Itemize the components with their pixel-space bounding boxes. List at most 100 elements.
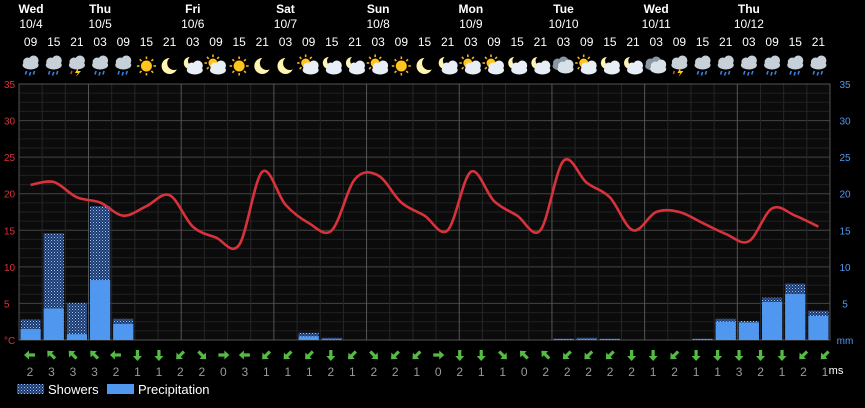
hour-label: 21 xyxy=(812,35,826,49)
wind-speed: 1 xyxy=(693,365,700,379)
sun-icon xyxy=(391,56,411,76)
y-tick-right: 20 xyxy=(839,190,851,201)
y-tick-right: 35 xyxy=(839,80,851,91)
day-date: 10/10 xyxy=(549,17,579,31)
precipitation-bar xyxy=(298,336,319,340)
cloudy-icon xyxy=(645,56,667,74)
cloudy-rain-icon xyxy=(764,55,781,76)
day-date: 10/5 xyxy=(88,17,112,31)
wind-arrow-icon xyxy=(433,350,445,360)
wind-speed: 2 xyxy=(199,365,206,379)
cloudy-rain-icon xyxy=(45,55,62,76)
wind-speed: 1 xyxy=(134,365,141,379)
legend-precipitation-swatch xyxy=(107,384,134,394)
day-name: Fri xyxy=(185,2,200,16)
forecast-header: Wed10/4Thu10/5Fri10/6Sat10/7Sun10/8Mon10… xyxy=(18,2,827,77)
wind-arrow-icon xyxy=(176,350,186,360)
wind-speed: 3 xyxy=(70,365,77,379)
wind-speed: 2 xyxy=(392,365,399,379)
legend-precipitation-label: Precipitation xyxy=(138,382,210,397)
y-unit-left: °C xyxy=(4,336,15,347)
wind-speed: 2 xyxy=(800,365,807,379)
wind-arrow-icon xyxy=(820,350,830,360)
hour-label: 03 xyxy=(371,35,385,49)
day-name: Wed xyxy=(18,2,43,16)
hour-label: 21 xyxy=(719,35,733,49)
precipitation-bar xyxy=(113,323,134,340)
precipitation-bar xyxy=(321,339,342,340)
day-name: Mon xyxy=(459,2,484,16)
hour-label: 09 xyxy=(117,35,131,49)
wind-arrow-icon xyxy=(627,350,637,361)
wind-arrow-icon xyxy=(476,350,486,361)
precipitation-bar xyxy=(43,308,64,340)
wind-speed: 1 xyxy=(413,365,420,379)
cloudy-rain-icon xyxy=(115,55,132,76)
y-tick-right: 25 xyxy=(839,153,851,164)
wind-speed: 3 xyxy=(91,365,98,379)
cloudy-rain-icon xyxy=(694,55,711,76)
wind-arrow-icon xyxy=(283,350,293,360)
wind-arrow-icon xyxy=(648,350,658,361)
moon-cloud-icon xyxy=(531,55,551,75)
hour-label: 03 xyxy=(279,35,293,49)
wind-speed: 2 xyxy=(585,365,592,379)
wind-arrow-icon xyxy=(734,350,744,361)
wind-speed: 1 xyxy=(156,365,163,379)
hour-label: 09 xyxy=(302,35,316,49)
wind-arrow-icon xyxy=(584,350,594,360)
wind-speed: 1 xyxy=(478,365,485,379)
moon-icon xyxy=(416,56,436,74)
cloudy-rain-icon xyxy=(22,55,39,76)
wind-arrow-icon xyxy=(238,350,250,360)
precipitation-bar xyxy=(576,339,597,340)
hour-label: 09 xyxy=(395,35,409,49)
hour-label: 09 xyxy=(580,35,594,49)
precipitation-bar xyxy=(785,293,806,340)
moon-cloud-icon xyxy=(345,55,365,75)
moon-cloud-icon xyxy=(624,55,644,75)
precipitation-bar xyxy=(90,280,111,340)
precipitation-bar xyxy=(715,321,736,340)
wind-speed: 1 xyxy=(779,365,786,379)
y-tick-left: 25 xyxy=(4,153,16,164)
y-tick-right: 5 xyxy=(842,299,848,310)
hour-label: 21 xyxy=(626,35,640,49)
sun-cloud-icon xyxy=(459,54,481,75)
moon-cloud-icon xyxy=(508,55,528,75)
precipitation-bar xyxy=(738,322,759,340)
cloudy-rain-icon xyxy=(787,55,804,76)
wind-speed: 1 xyxy=(263,365,270,379)
day-date: 10/9 xyxy=(459,17,483,31)
day-date: 10/12 xyxy=(734,17,764,31)
day-name: Wed xyxy=(644,2,669,16)
cloudy-rain-icon xyxy=(717,55,734,76)
hour-label: 15 xyxy=(232,35,246,49)
hour-label: 15 xyxy=(511,35,525,49)
legend-showers-swatch xyxy=(17,384,44,394)
wind-speed: 2 xyxy=(564,365,571,379)
thunderstorm-icon xyxy=(671,55,688,77)
moon-cloud-icon xyxy=(322,55,342,75)
wind-speed: 1 xyxy=(650,365,657,379)
wind-arrow-icon xyxy=(305,350,314,360)
moon-cloud-icon xyxy=(438,55,458,75)
precipitation-bar xyxy=(692,339,713,340)
wind-arrow-icon xyxy=(262,350,272,360)
wind-arrow-icon xyxy=(799,350,809,360)
wind-speed: 3 xyxy=(242,365,249,379)
y-unit-right: mm xyxy=(837,336,854,347)
wind-speed: 2 xyxy=(542,365,549,379)
wind-arrow-icon xyxy=(218,350,230,360)
wind-arrow-icon xyxy=(197,350,207,360)
wind-speed: 0 xyxy=(521,365,528,379)
wind-arrow-icon xyxy=(777,350,787,361)
sun-cloud-icon xyxy=(575,54,597,75)
hour-label: 09 xyxy=(487,35,501,49)
hour-label: 15 xyxy=(418,35,432,49)
hour-label: 09 xyxy=(765,35,779,49)
wind-arrow-icon xyxy=(132,350,142,361)
sun-cloud-icon xyxy=(482,54,505,75)
wind-speed: 1 xyxy=(714,365,721,379)
wind-speed: 3 xyxy=(48,365,55,379)
